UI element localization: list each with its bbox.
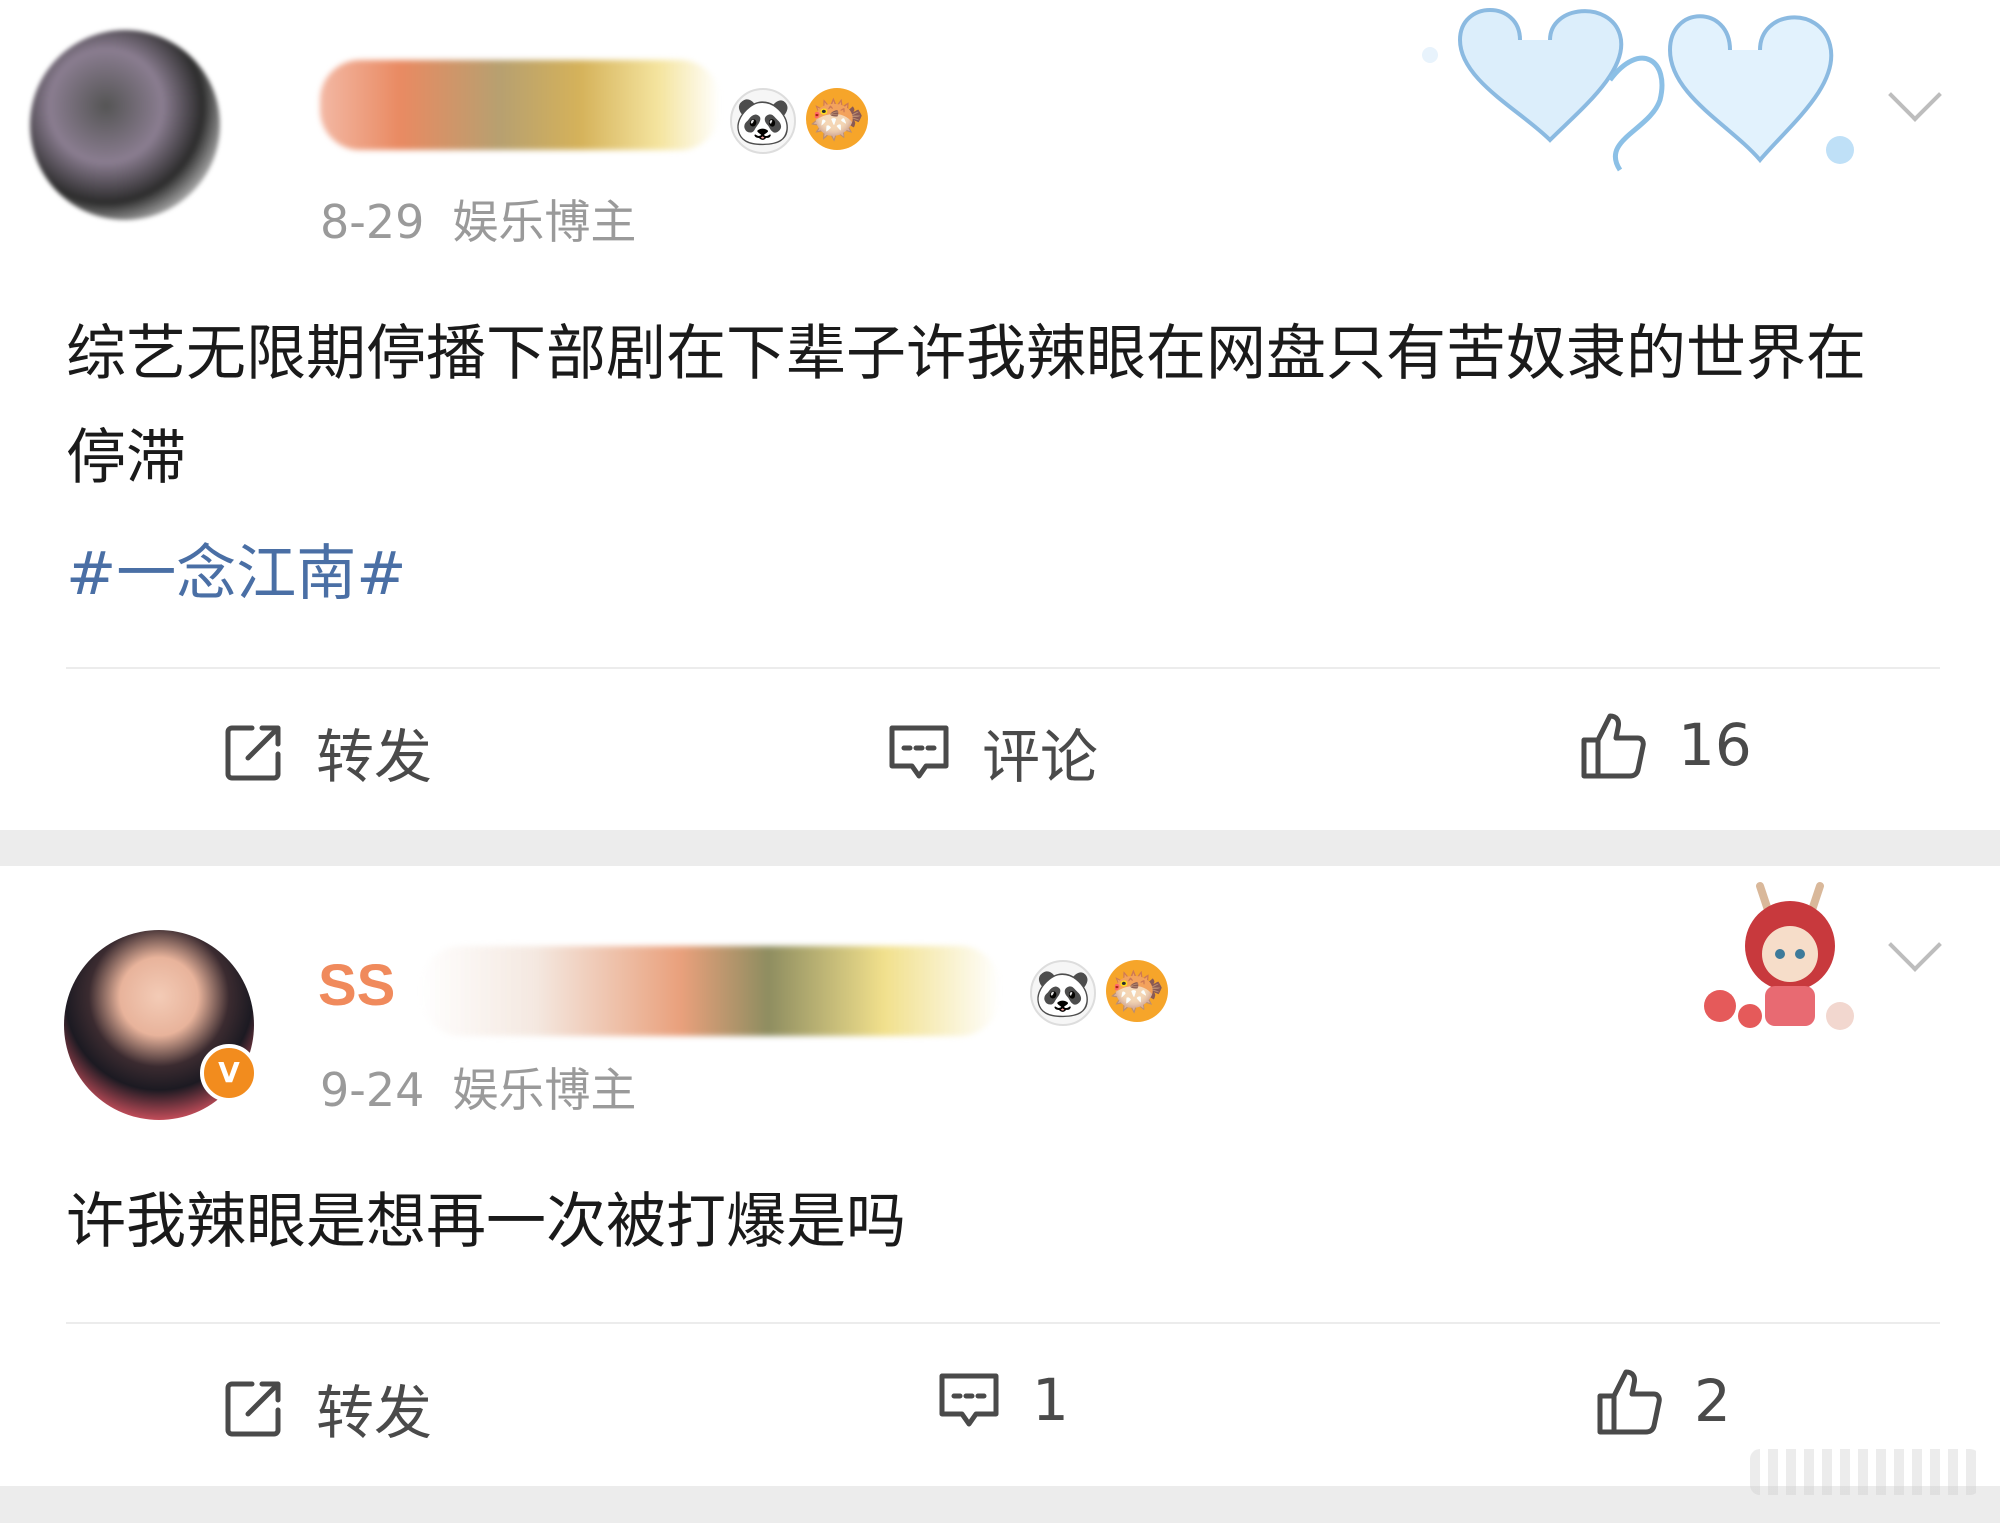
watermark	[1750, 1449, 1980, 1495]
user-role: 娱乐博主	[452, 195, 637, 249]
card-decoration-doll-icon	[1704, 882, 1854, 1030]
panda-emoji-icon: 🐼	[1030, 960, 1096, 1026]
card-decoration-hearts-icon	[1422, 8, 1854, 172]
post-text: 综艺无限期停播下部剧在下辈子许我辣眼在网盘只有苦奴隶的世界在停滞	[66, 319, 1866, 493]
post-meta: 9-24 娱乐博主	[320, 1054, 636, 1120]
repost-label: 转发	[316, 1379, 433, 1447]
repost-label: 转发	[316, 723, 433, 791]
post-date: 9-24	[320, 1063, 425, 1117]
user-role: 娱乐博主	[452, 1063, 637, 1117]
post-meta: 8-29 娱乐博主	[320, 186, 636, 252]
post-card: 🐼 🐡 8-29 娱乐博主 综艺无限期停播下部剧在下辈子许我辣眼在网盘只有苦奴隶的…	[0, 0, 2000, 830]
repost-icon	[225, 1381, 281, 1437]
panda-emoji-icon: 🐼	[730, 88, 796, 154]
divider	[66, 667, 1940, 669]
like-count: 2	[1694, 1367, 1731, 1435]
fish-emoji-icon: 🐡	[1106, 960, 1168, 1022]
thumbs-up-icon	[1581, 713, 1646, 779]
hashtag-link[interactable]: #一念江南#	[66, 525, 407, 612]
comment-label: 评论	[982, 723, 1099, 791]
repost-icon	[225, 725, 281, 781]
chevron-down-icon[interactable]	[1888, 918, 1942, 972]
like-count: 16	[1678, 711, 1752, 779]
verified-badge: V	[200, 1044, 258, 1102]
post-text: 许我辣眼是想再一次被打爆是吗	[66, 1187, 906, 1257]
comment-button[interactable]: 1	[936, 1366, 1069, 1434]
repost-button[interactable]: 转发	[222, 710, 432, 794]
divider	[66, 1322, 1940, 1324]
fish-emoji-icon: 🐡	[806, 88, 868, 150]
redacted-username	[320, 60, 720, 150]
post-date: 8-29	[320, 195, 425, 249]
comment-icon	[889, 725, 949, 779]
post-card: V SS 🐼 🐡 9-24 娱乐博主 许我辣眼是想再一次被打爆是吗 转发 1 2	[0, 866, 2000, 1486]
thumbs-up-icon	[1597, 1369, 1662, 1435]
like-button[interactable]: 2	[1594, 1366, 1731, 1436]
repost-button[interactable]: 转发	[222, 1366, 432, 1450]
comment-icon	[939, 1373, 999, 1427]
chevron-down-icon[interactable]	[1888, 68, 1942, 122]
comment-button[interactable]: 评论	[886, 710, 1098, 794]
comment-count: 1	[1032, 1366, 1069, 1434]
redacted-username	[420, 946, 1000, 1036]
username-fragment[interactable]: SS	[318, 952, 395, 1019]
avatar[interactable]	[30, 30, 220, 220]
like-button[interactable]: 16	[1578, 710, 1752, 780]
